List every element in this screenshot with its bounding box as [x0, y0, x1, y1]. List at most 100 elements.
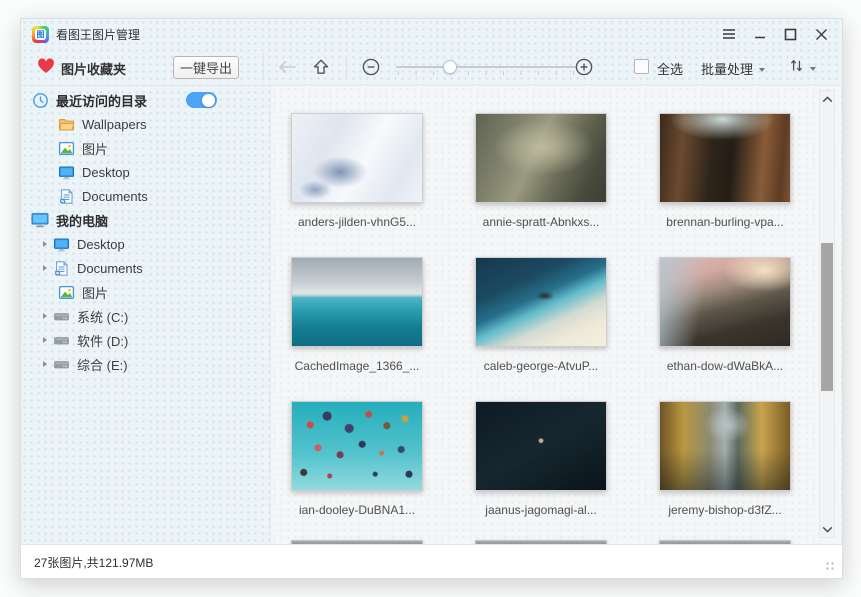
- drive-icon: [52, 331, 70, 349]
- tree-item-label: 图片: [82, 283, 108, 302]
- close-icon[interactable]: [814, 27, 829, 42]
- grid-item[interactable]: CachedImage_1366_...: [271, 257, 449, 401]
- grid-item[interactable]: brennan-burling-vpa...: [633, 113, 817, 257]
- desktop-icon: [57, 163, 75, 181]
- image-thumbnail[interactable]: [475, 401, 607, 491]
- folder-tree-sidebar: 最近访问的目录 Wallpapers 图片 Desktop Documents 我的电脑 D…: [21, 86, 271, 544]
- tree-item-系统 (C:)[interactable]: 系统 (C:): [21, 304, 270, 328]
- pictures-icon: [57, 283, 75, 301]
- image-filename: CachedImage_1366_...: [295, 359, 420, 373]
- grid-item[interactable]: ian-dooley-DuBNA1...: [271, 401, 449, 544]
- tree-item-Wallpapers[interactable]: Wallpapers: [21, 112, 270, 136]
- batch-process-dropdown[interactable]: 批量处理: [701, 59, 765, 78]
- image-filename: brennan-burling-vpa...: [666, 215, 783, 229]
- image-thumbnail[interactable]: [659, 401, 791, 491]
- app-window: 图 看图王图片管理 图片收藏夹 一键导出: [20, 18, 843, 579]
- tree-item-label: 最近访问的目录: [56, 91, 147, 110]
- status-bar: 27张图片,共121.97MB: [21, 544, 842, 578]
- back-icon[interactable]: [277, 59, 297, 80]
- zoom-out-icon[interactable]: [361, 57, 381, 82]
- up-folder-icon[interactable]: [312, 58, 330, 81]
- tree-item-图片[interactable]: 图片: [21, 136, 270, 160]
- select-all-checkbox[interactable]: [634, 59, 649, 74]
- export-button[interactable]: 一键导出: [173, 56, 239, 79]
- tree-item-我的电脑[interactable]: 我的电脑: [21, 208, 270, 232]
- expand-arrow-icon[interactable]: [43, 361, 47, 367]
- favorites-title: 图片收藏夹: [61, 59, 126, 78]
- grid-item[interactable]: anders-jilden-vhnG5...: [271, 113, 449, 257]
- tree-item-Desktop[interactable]: Desktop: [21, 232, 270, 256]
- zoom-slider-ticks: [398, 71, 574, 75]
- tree-item-图片[interactable]: 图片: [21, 280, 270, 304]
- minimize-icon[interactable]: [752, 27, 767, 42]
- image-filename: anders-jilden-vhnG5...: [298, 215, 416, 229]
- drive-icon: [52, 355, 70, 373]
- tree-item-Documents[interactable]: Documents: [21, 256, 270, 280]
- expand-arrow-icon[interactable]: [43, 265, 47, 271]
- tree-item-label: Documents: [77, 261, 143, 276]
- select-all-label[interactable]: 全选: [657, 59, 683, 78]
- image-filename: jaanus-jagomagi-al...: [485, 503, 596, 517]
- grid-item[interactable]: caleb-george-AtvuP...: [449, 257, 633, 401]
- image-thumbnail[interactable]: [475, 257, 607, 347]
- image-filename: caleb-george-AtvuP...: [484, 359, 599, 373]
- caret-down-icon: [810, 67, 816, 71]
- image-thumbnail[interactable]: [291, 257, 423, 347]
- app-logo-glyph: 图: [35, 29, 46, 40]
- scroll-up-icon[interactable]: [820, 92, 834, 106]
- grid-item[interactable]: annie-spratt-Abnkxs...: [449, 113, 633, 257]
- resize-grip-icon[interactable]: [824, 560, 836, 572]
- zoom-in-icon[interactable]: [574, 57, 594, 82]
- image-thumbnail[interactable]: [659, 113, 791, 203]
- sort-icon: [789, 57, 804, 79]
- zoom-slider-handle[interactable]: [443, 60, 457, 74]
- sort-dropdown[interactable]: [789, 57, 816, 79]
- window-controls: [721, 19, 829, 49]
- pictures-icon: [57, 139, 75, 157]
- toggle-knob: [202, 94, 215, 107]
- expand-arrow-icon[interactable]: [43, 337, 47, 343]
- grid-item[interactable]: jeremy-bishop-d3fZ...: [633, 401, 817, 544]
- tree-item-label: 综合 (E:): [77, 355, 128, 374]
- tree-item-label: 图片: [82, 139, 108, 158]
- vertical-scrollbar[interactable]: [819, 90, 835, 538]
- grid-item[interactable]: jaanus-jagomagi-al...: [449, 401, 633, 544]
- grid-item[interactable]: ethan-dow-dWaBkA...: [633, 257, 817, 401]
- folder-icon: [57, 115, 75, 133]
- tree-item-label: Desktop: [77, 237, 125, 252]
- expand-arrow-icon[interactable]: [43, 313, 47, 319]
- title-bar: 图 看图王图片管理: [21, 19, 842, 49]
- tree-item-label: 软件 (D:): [77, 331, 128, 350]
- tree-item-Documents[interactable]: Documents: [21, 184, 270, 208]
- image-filename: ethan-dow-dWaBkA...: [667, 359, 783, 373]
- clock-icon: [31, 91, 49, 109]
- tree-item-label: 系统 (C:): [77, 307, 128, 326]
- tree-item-最近访问的目录[interactable]: 最近访问的目录: [21, 88, 270, 112]
- toolbar-divider: [346, 57, 347, 77]
- scrollbar-thumb[interactable]: [821, 243, 833, 391]
- desktop-icon: [52, 235, 70, 253]
- recent-dirs-toggle[interactable]: [186, 92, 217, 108]
- image-thumbnail[interactable]: [291, 401, 423, 491]
- computer-icon: [31, 211, 49, 229]
- zoom-slider[interactable]: [396, 49, 576, 85]
- expand-arrow-icon[interactable]: [43, 241, 47, 247]
- image-thumbnail[interactable]: [475, 113, 607, 203]
- tree-item-label: Wallpapers: [82, 117, 147, 132]
- tree-item-软件 (D:)[interactable]: 软件 (D:): [21, 328, 270, 352]
- menu-icon[interactable]: [721, 27, 736, 42]
- zoom-slider-track[interactable]: [396, 66, 576, 68]
- tree-item-综合 (E:)[interactable]: 综合 (E:): [21, 352, 270, 376]
- image-thumbnail[interactable]: [659, 257, 791, 347]
- window-title: 看图王图片管理: [56, 26, 140, 43]
- tree-item-Desktop[interactable]: Desktop: [21, 160, 270, 184]
- tree-item-label: Documents: [82, 189, 148, 204]
- image-filename: ian-dooley-DuBNA1...: [299, 503, 415, 517]
- scroll-down-icon[interactable]: [820, 522, 834, 536]
- toolbar-divider: [263, 53, 264, 81]
- tree-item-label: 我的电脑: [56, 211, 108, 230]
- image-thumbnail[interactable]: [291, 113, 423, 203]
- drive-icon: [52, 307, 70, 325]
- maximize-icon[interactable]: [783, 27, 798, 42]
- document-icon: [52, 259, 70, 277]
